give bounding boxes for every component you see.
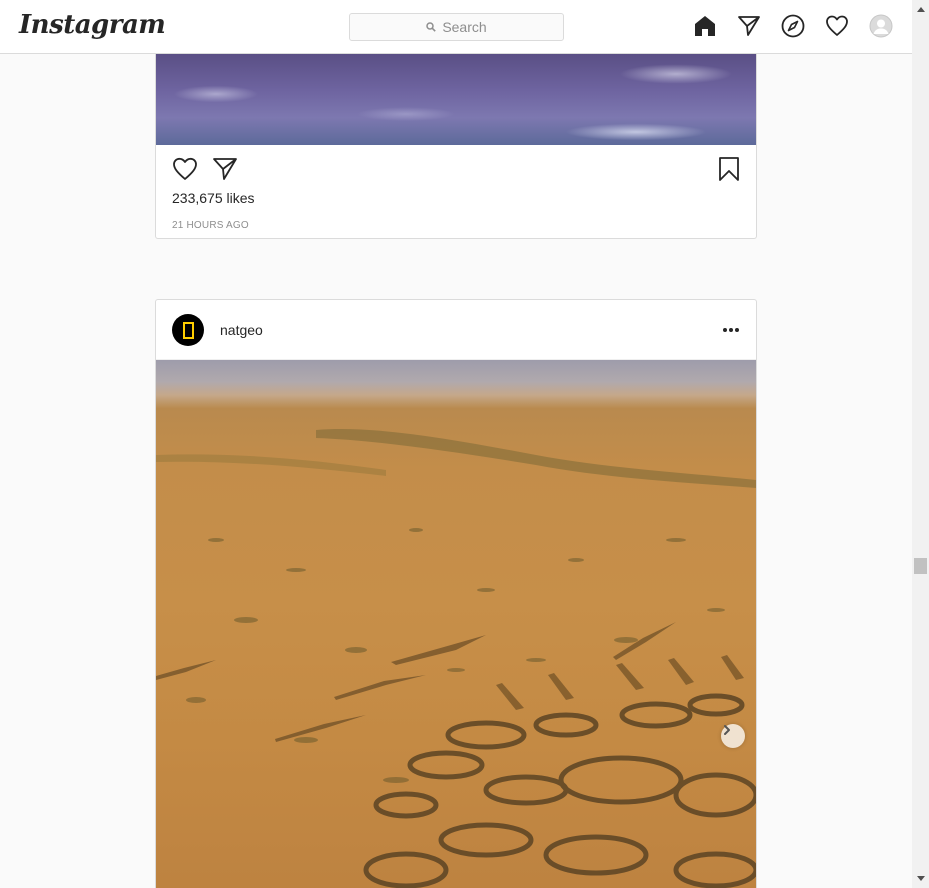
activity-heart-icon[interactable] [824,13,850,39]
nav-icons [692,13,894,39]
like-heart-icon[interactable] [172,156,198,187]
scroll-down-arrow-icon[interactable] [912,872,929,886]
page-scrollbar[interactable] [912,0,929,888]
search-icon [426,22,437,32]
top-navbar: Instagram Search [0,0,912,54]
search-input[interactable]: Search [349,13,564,41]
likes-count[interactable]: 233,675 likes [172,190,255,206]
direct-icon[interactable] [736,13,762,39]
scrollbar-thumb[interactable] [914,558,927,574]
post-card: 233,675 likes 21 HOURS AGO [155,54,757,239]
natgeo-avatar[interactable] [172,314,204,346]
post-timestamp[interactable]: 21 HOURS AGO [172,220,249,231]
post-card: natgeo [155,299,757,888]
instagram-logo[interactable]: Instagram [19,10,166,40]
post-image[interactable] [156,360,756,888]
natgeo-logo-icon [182,321,194,339]
post-username[interactable]: natgeo [220,322,263,338]
home-icon[interactable] [692,13,718,39]
scroll-up-arrow-icon[interactable] [912,2,929,16]
desert-photo [156,429,756,888]
post-header: natgeo [156,300,756,360]
bookmark-icon[interactable] [716,156,742,187]
search-placeholder: Search [442,19,487,35]
profile-avatar-icon[interactable] [868,13,894,39]
share-direct-icon[interactable] [212,156,238,187]
post-actions [172,156,238,187]
chevron-right-icon [724,725,730,735]
next-image-button[interactable] [721,724,745,748]
explore-icon[interactable] [780,13,806,39]
more-options-icon[interactable] [720,320,742,340]
post-image[interactable] [156,54,756,145]
